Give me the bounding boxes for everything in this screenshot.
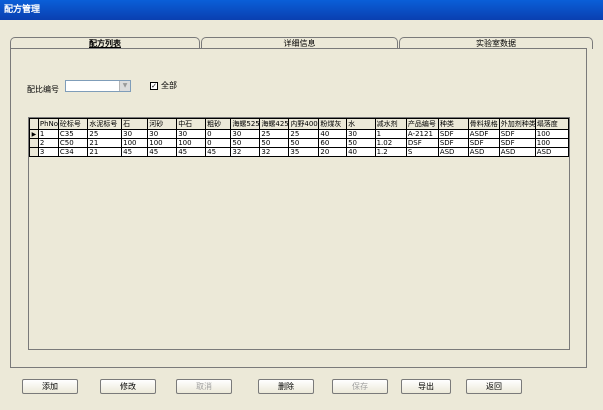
table-cell[interactable]: ASD — [498, 147, 536, 157]
table-cell[interactable]: SDF — [498, 138, 536, 148]
table-cell[interactable]: 32 — [259, 147, 290, 157]
edit-button[interactable]: 修改 — [100, 379, 156, 394]
table-cell[interactable]: 50 — [259, 138, 290, 148]
table-cell[interactable]: 30 — [121, 129, 149, 139]
table-cell[interactable]: 45 — [205, 147, 232, 157]
column-header[interactable]: 砼标号 — [57, 118, 89, 130]
table-cell[interactable]: 30 — [230, 129, 261, 139]
column-header[interactable]: 海螺525 — [230, 118, 261, 130]
table-cell[interactable]: 21 — [87, 138, 123, 148]
table-cell[interactable]: 50 — [288, 138, 320, 148]
table-cell[interactable]: DSF — [405, 138, 439, 148]
table-cell[interactable]: ASD — [534, 147, 570, 157]
save-button[interactable]: 保存 — [332, 379, 388, 394]
row-indicator: ▶ — [29, 129, 39, 139]
table-cell[interactable]: C35 — [57, 129, 89, 139]
column-header[interactable]: 海螺425 — [259, 118, 290, 130]
column-header[interactable]: 水泥标号 — [87, 118, 123, 130]
window-title: 配方管理 — [0, 0, 603, 20]
table-cell[interactable]: ASD — [467, 147, 500, 157]
table-row[interactable]: 2 C50 21 100 100 100 0 50 50 50 60 50 1.02 DSF SDF SDF S… — [29, 138, 570, 148]
table-cell[interactable]: A-2121 — [405, 129, 439, 139]
column-header[interactable]: PhNo — [37, 118, 59, 130]
table-cell[interactable]: 45 — [147, 147, 178, 157]
column-header[interactable]: 减水剂 — [374, 118, 407, 130]
table-cell[interactable]: 1.02 — [374, 138, 407, 148]
table-cell[interactable]: 3 — [37, 147, 59, 157]
table-cell[interactable]: 45 — [121, 147, 149, 157]
table-cell[interactable]: SDF — [467, 138, 500, 148]
table-cell[interactable]: 30 — [176, 129, 207, 139]
formula-table: PhNo 砼标号 水泥标号石河砂 中石 粗砂 海螺525 海螺425 内野400 粉煤灰水减水剂… — [29, 118, 570, 157]
table-cell[interactable]: 1.2 — [374, 147, 407, 157]
back-button[interactable]: 返回 — [466, 379, 522, 394]
table-cell[interactable]: C50 — [57, 138, 89, 148]
mix-number-label: 配比编号 — [27, 85, 59, 94]
table-cell[interactable]: 2 — [37, 138, 59, 148]
column-header[interactable]: 骨料规格 — [467, 118, 500, 130]
row-indicator — [29, 138, 39, 148]
table-row[interactable]: ▶ 1 C35 25 30 30 30 0 30 25 25 40 30 1 A-2121 SDF ASDF SD… — [29, 129, 570, 139]
column-header[interactable]: 水 — [346, 118, 376, 130]
column-header[interactable]: 外加剂种类 — [498, 118, 536, 130]
table-cell[interactable]: 21 — [87, 147, 123, 157]
column-header[interactable]: 种类 — [437, 118, 469, 130]
formula-grid[interactable]: PhNo 砼标号 水泥标号石河砂 中石 粗砂 海螺525 海螺425 内野400 粉煤灰水减水剂… — [28, 117, 570, 350]
table-cell[interactable]: 25 — [259, 129, 290, 139]
delete-button[interactable]: 删除 — [258, 379, 314, 394]
table-cell[interactable]: 50 — [346, 138, 376, 148]
table-row[interactable]: 3 C34 21 45 45 45 45 32 32 35 20 40 1.2 S ASD ASD ASD ASD — [29, 147, 570, 157]
column-header[interactable]: 石 — [121, 118, 149, 130]
table-cell[interactable]: 20 — [318, 147, 348, 157]
table-cell[interactable]: 1 — [374, 129, 407, 139]
table-cell[interactable]: 25 — [288, 129, 320, 139]
table-cell[interactable]: 60 — [318, 138, 348, 148]
row-indicator — [29, 147, 39, 157]
column-header[interactable]: 内野400 — [288, 118, 320, 130]
column-header[interactable]: 产品编号 — [405, 118, 439, 130]
table-cell[interactable]: SDF — [498, 129, 536, 139]
column-header[interactable]: 粗砂 — [205, 118, 232, 130]
mix-number-combo[interactable]: ▼ — [65, 80, 131, 92]
table-cell[interactable]: SDF — [437, 129, 469, 139]
table-cell[interactable]: 32 — [230, 147, 261, 157]
column-header[interactable]: 粉煤灰 — [318, 118, 348, 130]
all-checkbox-label: 全部 — [161, 81, 177, 90]
table-cell[interactable]: 40 — [318, 129, 348, 139]
table-cell[interactable]: 1 — [37, 129, 59, 139]
row-indicator-header — [29, 118, 39, 130]
cancel-button[interactable]: 取消 — [176, 379, 232, 394]
table-cell[interactable]: ASDF — [467, 129, 500, 139]
column-header[interactable]: 中石 — [176, 118, 207, 130]
table-cell[interactable]: C34 — [57, 147, 89, 157]
all-checkbox-wrap[interactable]: ✓ 全部 — [150, 80, 177, 91]
table-cell[interactable]: 35 — [288, 147, 320, 157]
table-cell[interactable]: 40 — [346, 147, 376, 157]
table-cell[interactable]: 100 — [534, 129, 570, 139]
table-header-row: PhNo 砼标号 水泥标号石河砂 中石 粗砂 海螺525 海螺425 内野400 粉煤灰水减水剂… — [29, 118, 570, 130]
column-header[interactable]: 塌落度 — [534, 118, 570, 130]
table-cell[interactable]: 100 — [534, 138, 570, 148]
table-cell[interactable]: 0 — [205, 129, 232, 139]
column-header[interactable]: 河砂 — [147, 118, 178, 130]
table-cell[interactable]: 30 — [346, 129, 376, 139]
table-cell[interactable]: 100 — [147, 138, 178, 148]
chevron-down-icon[interactable]: ▼ — [119, 81, 130, 91]
table-cell[interactable]: 25 — [87, 129, 123, 139]
table-cell[interactable]: 0 — [205, 138, 232, 148]
table-cell[interactable]: 45 — [176, 147, 207, 157]
table-cell[interactable]: 30 — [147, 129, 178, 139]
table-cell[interactable]: 100 — [176, 138, 207, 148]
all-checkbox[interactable]: ✓ — [150, 81, 158, 90]
table-cell[interactable]: 100 — [121, 138, 149, 148]
table-cell[interactable]: 50 — [230, 138, 261, 148]
table-cell[interactable]: S — [405, 147, 439, 157]
add-button[interactable]: 添加 — [22, 379, 78, 394]
table-cell[interactable]: ASD — [437, 147, 469, 157]
table-cell[interactable]: SDF — [437, 138, 469, 148]
export-button[interactable]: 导出 — [401, 379, 451, 394]
